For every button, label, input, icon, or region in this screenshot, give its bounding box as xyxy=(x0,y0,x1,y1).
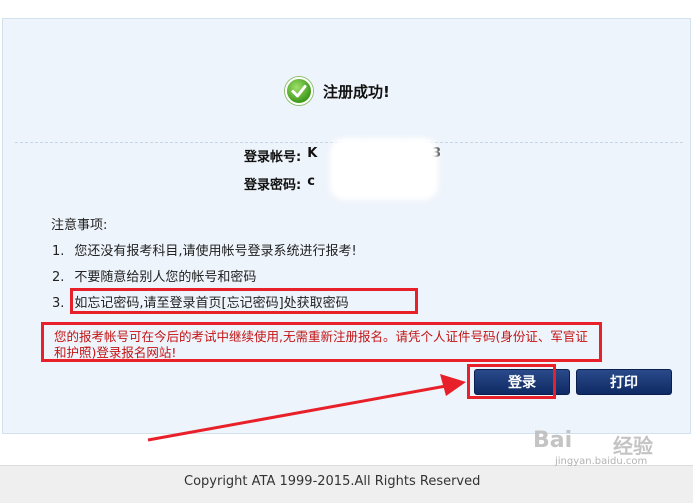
watermark-text: 经验 xyxy=(613,434,653,458)
watermark-url: jingyan.baidu.com xyxy=(555,456,648,467)
copyright-text: Copyright ATA 1999-2015.All Rights Reser… xyxy=(184,474,481,489)
watermark-logo: Bai xyxy=(533,428,573,453)
baidu-watermark: Bai 经验 jingyan.baidu.com xyxy=(533,426,683,472)
